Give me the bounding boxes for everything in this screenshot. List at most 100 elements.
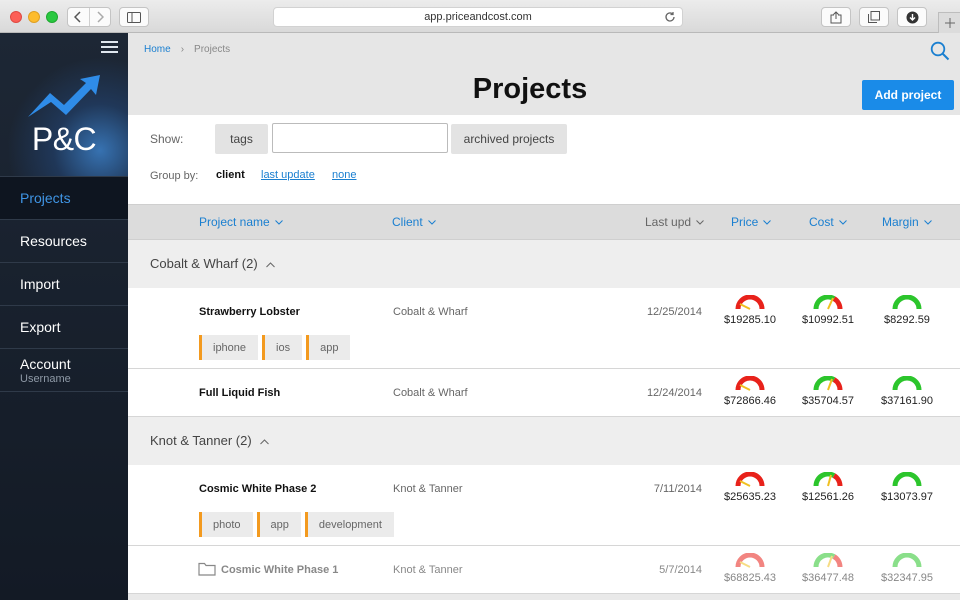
back-button[interactable] xyxy=(68,8,89,26)
group-header-knot-tanner[interactable]: Knot & Tanner (2) xyxy=(128,417,960,465)
logo-text: P&C xyxy=(31,121,97,157)
margin-metric: $32347.95 xyxy=(872,552,942,584)
margin-gauge-icon xyxy=(892,552,922,568)
table-row[interactable]: Strawberry Lobster Cobalt & Wharf 12/25/… xyxy=(128,288,960,369)
tag-chip[interactable]: iphone xyxy=(199,335,259,360)
group-title: Knot & Tanner (2) xyxy=(150,433,252,448)
downloads-button[interactable] xyxy=(897,7,927,27)
margin-metric: $8292.59 xyxy=(872,294,942,326)
tag-chip[interactable]: app xyxy=(256,512,301,537)
cost-gauge-icon xyxy=(813,552,843,568)
address-bar[interactable]: app.priceandcost.com xyxy=(273,7,683,27)
table-row-archived[interactable]: Cosmic White Phase 1 Knot & Tanner 5/7/2… xyxy=(128,546,960,594)
sidebar-toggle-button[interactable] xyxy=(119,7,149,27)
sidebar-item-account[interactable]: Account Username xyxy=(0,348,128,391)
chevron-down-icon xyxy=(838,219,847,225)
cost-value: $36477.48 xyxy=(802,572,854,584)
add-project-button[interactable]: Add project xyxy=(862,80,954,110)
chevron-down-icon xyxy=(923,219,932,225)
cost-metric: $35704.57 xyxy=(793,375,863,407)
price-metric: $19285.10 xyxy=(715,294,785,326)
minimize-window-button[interactable] xyxy=(28,11,40,23)
group-header-cobalt-wharf[interactable]: Cobalt & Wharf (2) xyxy=(128,240,960,288)
filter-panel: Show: tags archived projects Group by: c… xyxy=(128,115,960,204)
close-window-button[interactable] xyxy=(10,11,22,23)
column-last-update[interactable]: Last upd xyxy=(645,205,704,239)
last-update-date: 12/24/2014 xyxy=(646,387,702,399)
margin-value: $37161.90 xyxy=(881,395,933,407)
chevron-up-icon[interactable] xyxy=(259,439,269,445)
last-update-date: 12/25/2014 xyxy=(646,306,702,318)
table-header: Project name Client Last upd Price Cost … xyxy=(128,204,960,240)
chevron-down-icon xyxy=(696,219,704,225)
column-client[interactable]: Client xyxy=(392,205,436,239)
column-price[interactable]: Price xyxy=(731,205,772,239)
client-name: Knot & Tanner xyxy=(393,483,463,495)
project-name[interactable]: Strawberry Lobster xyxy=(199,306,300,318)
price-metric: $68825.43 xyxy=(715,552,785,584)
column-cost[interactable]: Cost xyxy=(809,205,847,239)
cost-gauge-icon xyxy=(813,375,843,391)
cost-value: $10992.51 xyxy=(802,314,854,326)
download-icon xyxy=(906,11,918,23)
logo-chart-icon xyxy=(28,75,100,117)
chevron-right-icon xyxy=(97,11,104,23)
forward-button[interactable] xyxy=(88,8,110,26)
cost-value: $35704.57 xyxy=(802,395,854,407)
sidebar-item-label: Resources xyxy=(20,233,87,249)
price-value: $25635.23 xyxy=(724,491,776,503)
margin-gauge-icon xyxy=(892,471,922,487)
tag-chip[interactable]: photo xyxy=(199,512,253,537)
sidebar-divider xyxy=(0,391,128,392)
share-button[interactable] xyxy=(821,7,851,27)
sidebar-item-resources[interactable]: Resources xyxy=(0,219,128,262)
client-name: Knot & Tanner xyxy=(393,564,463,576)
tag-chip[interactable]: app xyxy=(306,335,351,360)
zoom-window-button[interactable] xyxy=(46,11,58,23)
group-by-label: Group by: xyxy=(150,170,199,182)
column-label: Project name xyxy=(199,215,270,229)
tag-list: iphone ios app xyxy=(199,335,351,360)
group-title: Cobalt & Wharf (2) xyxy=(150,256,258,271)
cost-gauge-icon xyxy=(813,294,843,310)
tag-chip[interactable]: ios xyxy=(262,335,303,360)
group-by-last-update[interactable]: last update xyxy=(261,169,315,181)
column-label: Price xyxy=(731,215,759,229)
tags-filter-input[interactable] xyxy=(272,123,448,153)
archived-projects-button[interactable]: archived projects xyxy=(451,124,567,154)
tabs-overview-button[interactable] xyxy=(859,7,889,27)
breadcrumb-home-link[interactable]: Home xyxy=(144,44,171,55)
page-header: Home › Projects Projects Add project xyxy=(128,33,960,115)
new-tab-button[interactable] xyxy=(938,12,960,33)
table-row[interactable]: Full Liquid Fish Cobalt & Wharf 12/24/20… xyxy=(128,369,960,417)
menu-icon[interactable] xyxy=(101,41,118,54)
project-name[interactable]: Full Liquid Fish xyxy=(199,387,280,399)
project-name[interactable]: Cosmic White Phase 1 xyxy=(221,564,338,576)
project-name[interactable]: Cosmic White Phase 2 xyxy=(199,483,316,495)
cost-metric: $10992.51 xyxy=(793,294,863,326)
chevron-down-icon xyxy=(427,219,436,225)
logo-area: P&C xyxy=(0,33,128,176)
column-project-name[interactable]: Project name xyxy=(199,205,283,239)
cost-value: $12561.26 xyxy=(802,491,854,503)
group-label: Cobalt & Wharf (2) xyxy=(150,256,275,271)
sidebar-item-export[interactable]: Export xyxy=(0,305,128,348)
margin-gauge-icon xyxy=(892,294,922,310)
chevron-up-icon[interactable] xyxy=(265,262,275,268)
sidebar-item-import[interactable]: Import xyxy=(0,262,128,305)
sidebar-item-projects[interactable]: Projects xyxy=(0,176,128,219)
url-text: app.priceandcost.com xyxy=(424,11,532,23)
group-by-none[interactable]: none xyxy=(332,169,356,181)
tag-chip[interactable]: development xyxy=(304,512,394,537)
reload-icon[interactable] xyxy=(664,11,676,23)
margin-metric: $13073.97 xyxy=(872,471,942,503)
tabs-icon xyxy=(868,11,880,23)
group-by-client[interactable]: client xyxy=(216,169,245,181)
table-row[interactable]: Cosmic White Phase 2 Knot & Tanner 7/11/… xyxy=(128,465,960,546)
column-label: Client xyxy=(392,215,423,229)
tags-filter-button[interactable]: tags xyxy=(215,124,268,154)
browser-toolbar: app.priceandcost.com xyxy=(0,0,960,33)
page-title: Projects xyxy=(472,73,588,105)
search-icon[interactable] xyxy=(930,41,950,61)
column-margin[interactable]: Margin xyxy=(882,205,932,239)
